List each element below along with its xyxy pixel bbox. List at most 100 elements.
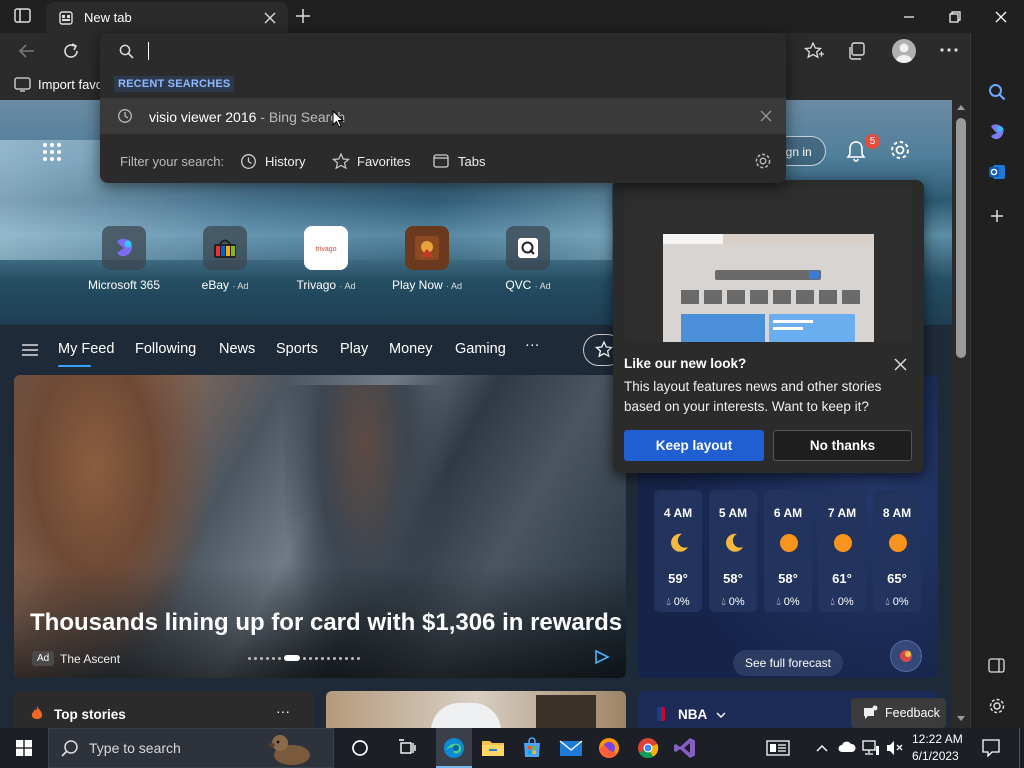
sidebar-settings-icon[interactable] xyxy=(988,697,1006,715)
sidebar-outlook-icon[interactable] xyxy=(988,163,1006,181)
chrome-icon[interactable] xyxy=(634,734,662,762)
nav-item-money[interactable]: Money xyxy=(389,341,433,357)
feedback-button[interactable]: Feedback xyxy=(851,698,946,728)
sidebar-copilot-icon[interactable] xyxy=(988,123,1006,141)
sidebar-search-icon[interactable] xyxy=(988,83,1006,101)
hour-time: 4 AM xyxy=(663,506,693,520)
firefox-icon[interactable] xyxy=(595,734,623,762)
favorites-button[interactable] xyxy=(804,42,824,60)
cortana-icon[interactable] xyxy=(346,734,374,762)
taskbar-search-box[interactable]: Type to search xyxy=(48,728,334,768)
carousel-dot xyxy=(339,656,342,660)
settings-more-button[interactable] xyxy=(940,48,958,52)
close-tab-icon[interactable] xyxy=(264,12,276,24)
rain-drop-icon: 💧︎ xyxy=(721,596,726,608)
quick-link-ebay[interactable]: eBay · Ad xyxy=(175,226,275,326)
visual-studio-icon[interactable] xyxy=(671,734,699,762)
no-thanks-button[interactable]: No thanks xyxy=(773,430,912,461)
minimize-button[interactable] xyxy=(886,0,932,33)
task-view-icon[interactable] xyxy=(394,734,422,762)
weather-hour: 7 AM 61° 💧︎ 0% xyxy=(818,490,866,612)
filter-favorites-label: Favorites xyxy=(357,154,411,169)
nav-item-my-feed[interactable]: My Feed xyxy=(58,341,114,357)
top-stories-more-button[interactable]: ··· xyxy=(276,703,290,719)
quick-link-trivago[interactable]: trivago Trivago · Ad xyxy=(276,226,376,326)
tabs-icon xyxy=(433,154,449,168)
scrollbar-thumb[interactable] xyxy=(956,118,966,358)
onedrive-cloud-icon[interactable] xyxy=(838,741,856,753)
edge-browser-icon[interactable] xyxy=(440,734,468,762)
hour-temperature: 58° xyxy=(723,571,743,586)
address-bar-input[interactable] xyxy=(100,33,786,71)
nav-item-news[interactable]: News xyxy=(219,341,255,357)
precip-chance: 0% xyxy=(673,596,690,608)
nav-more-button[interactable]: ··· xyxy=(525,337,540,353)
page-settings-icon[interactable] xyxy=(889,139,911,161)
story-image-box xyxy=(536,695,596,728)
nav-item-sports[interactable]: Sports xyxy=(276,341,318,357)
profile-avatar[interactable] xyxy=(892,39,916,63)
tab-actions-icon[interactable] xyxy=(14,8,32,24)
keep-layout-button[interactable]: Keep layout xyxy=(624,430,764,461)
volume-muted-icon[interactable] xyxy=(886,740,904,756)
quick-link-qvc[interactable]: QVC · Ad xyxy=(478,226,578,326)
file-explorer-icon[interactable] xyxy=(479,734,507,762)
carousel-dot xyxy=(357,656,360,660)
layout-preview-illustration xyxy=(625,186,912,342)
restore-button[interactable] xyxy=(932,0,978,33)
show-desktop-preview-icon[interactable] xyxy=(766,740,790,756)
scroll-up-arrow-icon[interactable] xyxy=(956,104,966,110)
see-full-forecast-button[interactable]: See full forecast xyxy=(733,650,843,676)
nav-item-play[interactable]: Play xyxy=(340,341,368,357)
taskbar-date[interactable]: 6/1/2023 xyxy=(912,749,959,763)
import-favorites-icon xyxy=(14,77,31,93)
carousel-dot xyxy=(333,656,336,660)
back-button[interactable] xyxy=(18,42,36,60)
import-favorites-link[interactable]: Import favo xyxy=(38,77,103,92)
notification-center-icon[interactable] xyxy=(982,739,1000,757)
popup-title: Like our new look? xyxy=(624,356,747,371)
sidebar-add-icon[interactable] xyxy=(989,208,1005,224)
quick-link-play-now[interactable]: Play Now · Ad xyxy=(377,226,477,326)
carousel-dots[interactable] xyxy=(248,655,360,661)
taskbar-time[interactable]: 12:22 AM xyxy=(912,732,963,746)
quick-link-microsoft-365[interactable]: Microsoft 365 xyxy=(74,226,174,326)
close-popup-icon[interactable] xyxy=(894,358,907,371)
ebay-icon xyxy=(203,226,247,270)
feature-title[interactable]: Thousands lining up for card with $1,306… xyxy=(30,609,622,637)
adchoices-icon[interactable] xyxy=(594,649,610,665)
story-card-image[interactable] xyxy=(326,691,626,728)
sidebar-hide-icon[interactable] xyxy=(988,658,1006,674)
scroll-down-arrow-icon[interactable] xyxy=(956,716,966,722)
show-desktop-button[interactable] xyxy=(1019,728,1024,768)
tray-chevron-up-icon[interactable] xyxy=(816,744,828,752)
hour-temperature: 65° xyxy=(887,571,907,586)
mail-icon[interactable] xyxy=(557,734,585,762)
weather-map-icon[interactable] xyxy=(890,640,922,672)
search-settings-gear-icon[interactable] xyxy=(754,152,772,170)
hour-time: 5 AM xyxy=(718,506,748,520)
nav-item-following[interactable]: Following xyxy=(135,341,196,357)
notifications-button[interactable]: 5 xyxy=(846,134,880,162)
browser-tab[interactable]: New tab xyxy=(46,2,288,33)
refresh-button[interactable] xyxy=(62,42,80,60)
chevron-down-icon[interactable] xyxy=(716,712,726,718)
collections-button[interactable] xyxy=(848,42,866,60)
new-look-popup: Like our new look? This layout features … xyxy=(613,180,924,473)
remove-suggestion-icon[interactable] xyxy=(760,110,772,122)
feature-story-card[interactable]: Thousands lining up for card with $1,306… xyxy=(14,375,626,678)
windows-start-icon[interactable] xyxy=(16,740,32,756)
nav-menu-icon[interactable] xyxy=(22,344,38,356)
quick-link-label: QVC xyxy=(505,278,532,292)
close-window-button[interactable] xyxy=(978,0,1024,33)
app-launcher-icon[interactable] xyxy=(42,142,62,162)
nav-item-gaming[interactable]: Gaming xyxy=(455,341,506,357)
carousel-dot-active xyxy=(284,655,300,661)
suggestion-row[interactable]: visio viewer 2016 - Bing Search xyxy=(100,98,786,134)
top-stories-card[interactable]: Top stories ··· xyxy=(14,691,314,728)
new-tab-button[interactable] xyxy=(294,7,312,25)
microsoft-store-icon[interactable] xyxy=(518,734,546,762)
network-icon[interactable] xyxy=(862,740,880,756)
carousel-dot xyxy=(321,656,324,660)
carousel-dot xyxy=(254,656,257,660)
